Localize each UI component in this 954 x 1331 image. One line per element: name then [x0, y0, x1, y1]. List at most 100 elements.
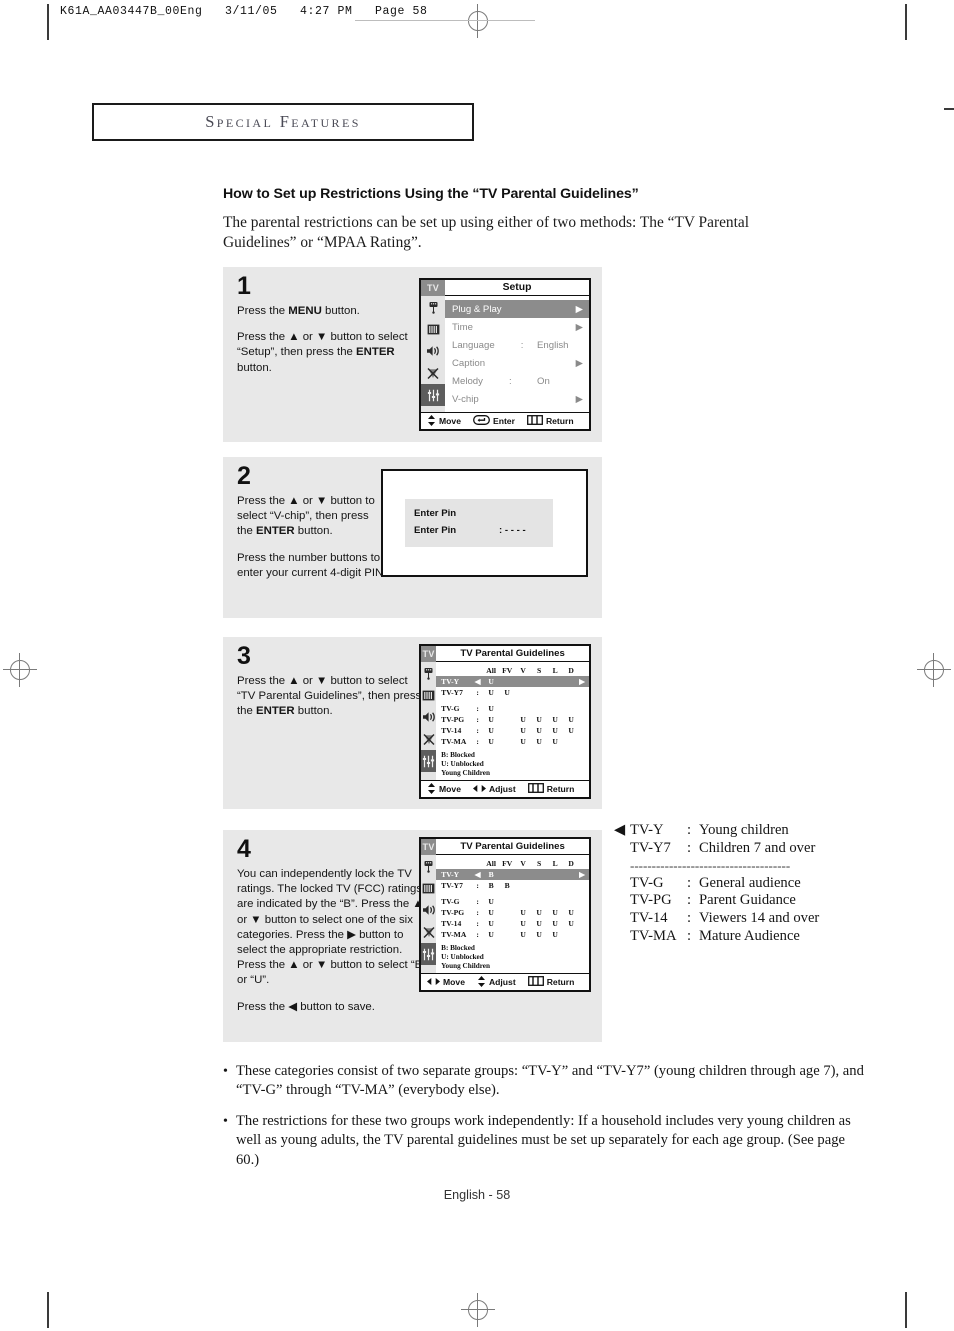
guidelines-row-colon: :	[476, 688, 479, 697]
osd-footer-item[interactable]: Adjust	[472, 784, 516, 795]
guidelines-row[interactable]: TV-Y ◀ U ▶	[436, 676, 589, 687]
guidelines-column-header: S	[537, 666, 542, 675]
guidelines-row-colon: :	[476, 908, 479, 917]
guidelines-cell: U	[536, 726, 542, 735]
guidelines-row-colon: :	[476, 704, 479, 713]
guidelines-row[interactable]: TV-PG: U U U U U	[436, 907, 589, 918]
chevron-right-icon: ▶	[575, 393, 583, 405]
menu-item[interactable]: Caption ▶	[445, 354, 589, 372]
guidelines-main-step4: TV Parental Guidelines All FV V S L D TV-Y ◀ B ▶ T…	[436, 839, 589, 973]
guidelines-cell: U	[488, 908, 494, 917]
guidelines-row[interactable]: TV-Y7: B B	[436, 880, 589, 891]
guidelines-row-colon: :	[476, 919, 479, 928]
chevron-right-icon: ▶	[575, 321, 583, 333]
legend-spacer	[614, 910, 630, 928]
up-down-arrow-icon	[427, 782, 436, 796]
osd-footer-label: Enter	[492, 416, 515, 426]
rating-legend-colon: :	[687, 927, 692, 944]
step-4-text: You can independently lock the TV rating…	[237, 867, 429, 1015]
tv-label: TV	[421, 646, 437, 662]
menu-item-colon: :	[520, 339, 524, 351]
guidelines-row[interactable]: TV-14: U U U U U	[436, 725, 589, 736]
guidelines-header-row: All FV V S L D	[436, 662, 589, 676]
guidelines-row[interactable]: TV-MA: U U U U	[436, 929, 589, 940]
guidelines-cell: U	[552, 715, 558, 724]
guidelines-column-header: V	[520, 859, 526, 868]
guidelines-cell: U	[488, 677, 494, 686]
setup-menu-osd[interactable]: TV Setup Plug & Play ▶ Time ▶ Language:…	[419, 278, 591, 431]
menu-item[interactable]: Plug & Play ▶	[445, 300, 589, 318]
osd-footer-item[interactable]: Return	[526, 415, 574, 427]
menu-item-label: Plug & Play	[452, 303, 502, 315]
osd-footer-item[interactable]: Move	[427, 414, 461, 428]
osd-footer-label: Return	[545, 416, 574, 426]
menu-item[interactable]: Melody: On	[445, 372, 589, 390]
note-text: These categories consist of two separate…	[236, 1063, 864, 1099]
picture-icon[interactable]	[421, 877, 436, 899]
guidelines-row-label: TV-Y7	[441, 881, 463, 890]
osd-footer-item[interactable]: Return	[527, 783, 574, 795]
menu-item-label: V-chip	[452, 393, 479, 405]
guidelines-cell: U	[488, 897, 494, 906]
rating-legend-divider: -------------------------------------	[630, 858, 791, 874]
guidelines-row-label: TV-MA	[441, 737, 467, 746]
guidelines-row-colon: :	[476, 715, 479, 724]
speaker-icon[interactable]	[421, 706, 436, 728]
menu-item-colon: :	[508, 375, 512, 387]
guidelines-row[interactable]: TV-G: U	[436, 703, 589, 714]
guidelines-row-colon: :	[476, 881, 479, 890]
guidelines-row[interactable]: TV-G: U	[436, 896, 589, 907]
picture-icon[interactable]	[421, 318, 445, 340]
osd-footer-item[interactable]: Adjust	[477, 975, 516, 989]
guidelines-cell: B	[504, 881, 510, 890]
guidelines-row[interactable]: TV-PG: U U U U U	[436, 714, 589, 725]
guidelines-row[interactable]: TV-MA: U U U U	[436, 736, 589, 747]
tv-label: TV	[421, 280, 445, 296]
setup-menu-list: Plug & Play ▶ Time ▶ Language: English Caption…	[445, 296, 589, 408]
chevron-right-icon: ▶	[575, 303, 583, 315]
picture-icon[interactable]	[421, 684, 436, 706]
menu-item[interactable]: Time ▶	[445, 318, 589, 336]
legend-spacer	[614, 892, 630, 910]
osd-footer-item[interactable]: Return	[527, 976, 574, 988]
satellite-icon[interactable]	[421, 362, 445, 384]
chapter-title: Special Features	[205, 112, 361, 131]
chevron-left-icon: ◀	[474, 870, 481, 879]
satellite-icon[interactable]	[421, 728, 436, 750]
guidelines-cell: B	[488, 881, 494, 890]
guidelines-column-header: FV	[502, 859, 513, 868]
pin-dialog-osd[interactable]: Enter Pin Enter Pin : - - - -	[381, 469, 588, 577]
paragraph: Press the number buttons to enter your c…	[237, 551, 387, 579]
step-4-panel: 4 You can independently lock the TV rati…	[223, 830, 602, 1042]
guidelines-osd-step3[interactable]: TV TV Parental Guidelines All FV V S L D…	[419, 644, 591, 799]
osd-footer-item[interactable]: Move	[427, 782, 461, 796]
note-item: • The restrictions for these two groups w…	[223, 1112, 868, 1170]
osd-footer-item[interactable]: Enter	[473, 415, 515, 427]
setup-sliders-icon[interactable]	[421, 750, 437, 772]
guidelines-cell: U	[536, 737, 542, 746]
speaker-icon[interactable]	[421, 899, 436, 921]
rating-legend-desc: General audience	[699, 874, 801, 891]
setup-sliders-icon[interactable]	[421, 943, 437, 965]
setup-sliders-icon[interactable]	[421, 384, 445, 406]
guidelines-row[interactable]: TV-Y7: U U	[436, 687, 589, 698]
osd-footer-item[interactable]: Move	[427, 977, 465, 988]
antenna-icon[interactable]	[421, 296, 445, 318]
step-3-panel: 3 Press the ▲ or ▼ button to select “TV …	[223, 637, 602, 809]
return-button-icon	[526, 415, 543, 427]
satellite-icon[interactable]	[421, 921, 436, 943]
pin-field-value[interactable]: : - - - -	[499, 525, 526, 536]
guidelines-cell: U	[552, 726, 558, 735]
speaker-icon[interactable]	[421, 340, 445, 362]
antenna-icon[interactable]	[421, 662, 436, 684]
guidelines-osd-step4[interactable]: TV TV Parental Guidelines All FV V S L D…	[419, 837, 591, 992]
antenna-icon[interactable]	[421, 855, 436, 877]
rating-legend-key: TV-G	[630, 874, 664, 891]
guidelines-row[interactable]: TV-14: U U U U U	[436, 918, 589, 929]
menu-item[interactable]: V-chip ▶	[445, 390, 589, 408]
guidelines-row-colon: :	[476, 726, 479, 735]
menu-item[interactable]: Language: English	[445, 336, 589, 354]
guidelines-row[interactable]: TV-Y ◀ B ▶	[436, 869, 589, 880]
step-3-text: Press the ▲ or ▼ button to select “TV Pa…	[237, 674, 423, 720]
menu-item-value: On	[537, 375, 550, 387]
